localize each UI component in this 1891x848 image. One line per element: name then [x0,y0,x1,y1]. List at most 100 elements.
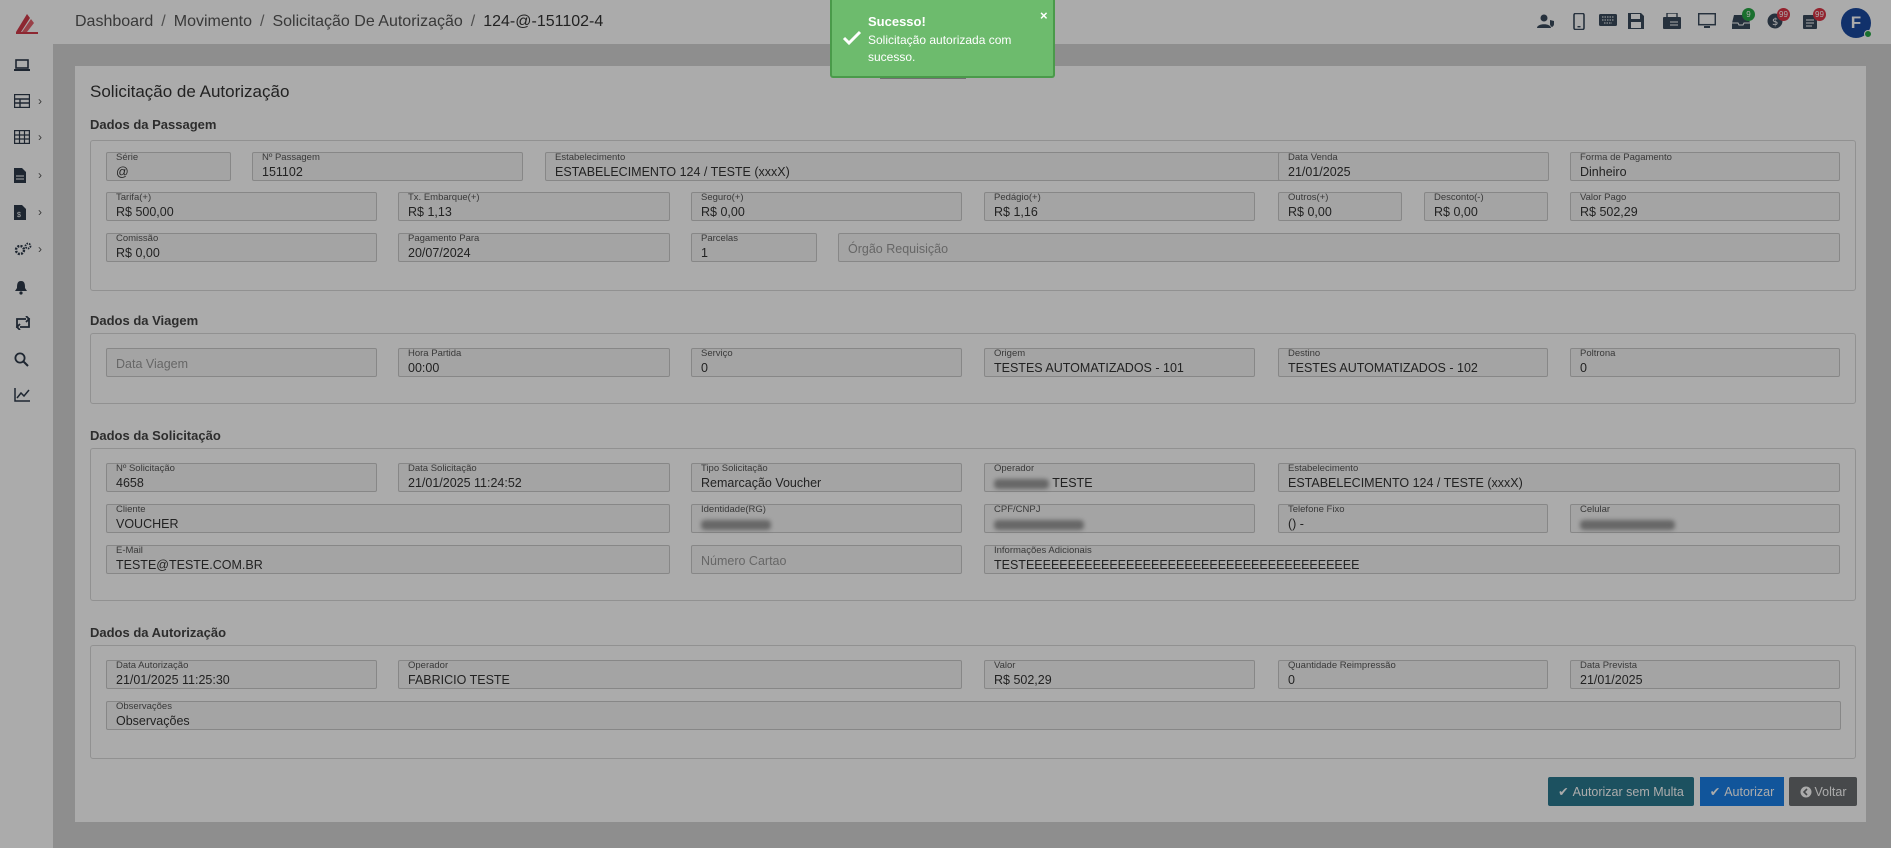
data-prevista-field[interactable]: Data Prevista 21/01/2025 [1570,660,1840,689]
fax-icon[interactable] [1663,12,1683,31]
bell-icon [15,280,27,295]
servico-field[interactable]: Serviço 0 [691,348,962,377]
sidebar-item-configuracoes[interactable]: › [0,234,53,264]
clipboard-icon[interactable]: 99 [1803,8,1826,31]
chevron-right-icon: › [38,94,42,108]
sidebar-item-pesquisa[interactable] [0,344,53,374]
info-adicionais-field[interactable]: Informações Adicionais TESTEEEEEEEEEEEEE… [984,545,1840,574]
inbox-icon[interactable]: 9 [1732,8,1755,31]
sidebar-item-graficos[interactable] [0,380,53,410]
dollar-badge: 99 [1777,8,1790,21]
hora-partida-field[interactable]: Hora Partida 00:00 [398,348,670,377]
brand-logo-icon[interactable] [12,10,42,36]
valor-autorizacao-field[interactable]: Valor R$ 502,29 [984,660,1255,689]
desktop-icon[interactable] [1697,12,1718,31]
seguro-field[interactable]: Seguro(+) R$ 0,00 [691,192,962,221]
save-icon[interactable] [1628,13,1648,31]
pagamento-para-field[interactable]: Pagamento Para 20/07/2024 [398,233,670,262]
valor-pago-field[interactable]: Valor Pago R$ 502,29 [1570,192,1840,221]
chevron-right-icon: › [38,168,42,182]
outros-field[interactable]: Outros(+) R$ 0,00 [1278,192,1402,221]
sidebar-item-documentos[interactable]: › [0,160,53,190]
breadcrumb-current: 124-@-151102-4 [483,13,604,30]
estabelecimento-solicitacao-field[interactable]: Estabelecimento ESTABELECIMENTO 124 / TE… [1278,463,1840,492]
desconto-field[interactable]: Desconto(-) R$ 0,00 [1424,192,1548,221]
tipo-solicitacao-field[interactable]: Tipo Solicitação Remarcação Voucher [691,463,962,492]
comissao-field[interactable]: Comissão R$ 0,00 [106,233,377,262]
section-title-autorizacao: Dados da Autorização [90,625,227,640]
serie-field[interactable]: Série @ [106,152,231,181]
num-solicitacao-field[interactable]: Nº Solicitação 4658 [106,463,377,492]
redacted-text [701,519,771,530]
poltrona-field[interactable]: Poltrona 0 [1570,348,1840,377]
data-autorizacao-field[interactable]: Data Autorização 21/01/2025 11:25:30 [106,660,377,689]
celular-field[interactable]: Celular [1570,504,1840,533]
sidebar-item-trocas[interactable] [0,308,53,338]
breadcrumb-dashboard[interactable]: Dashboard [75,13,153,31]
search-icon [14,352,29,367]
orgao-requisicao-input[interactable]: Órgão Requisição [838,233,1840,262]
sidebar-item-grid[interactable]: › [0,122,53,152]
section-title-solicitacao: Dados da Solicitação [90,428,221,443]
sidebar-item-cadastros[interactable]: › [0,86,53,116]
toast-message: Solicitação autorizada com sucesso. [868,33,1012,64]
observacoes-field[interactable]: Observações Observações [106,701,1841,730]
toast-title: Sucesso! [868,14,926,29]
sidebar-item-relatorios[interactable]: $ › [0,197,53,227]
user-shield-icon[interactable] [1537,13,1557,31]
pedagio-field[interactable]: Pedágio(+) R$ 1,16 [984,192,1255,221]
check-icon: ✔ [1709,785,1721,799]
data-venda-field[interactable]: Data Venda 21/01/2025 [1278,152,1549,181]
origem-field[interactable]: Origem TESTES AUTOMATIZADOS - 101 [984,348,1255,377]
toast-close-icon[interactable]: × [1040,8,1048,23]
parcelas-field[interactable]: Parcelas 1 [691,233,817,262]
autorizar-button[interactable]: ✔ Autorizar [1697,774,1787,809]
grid-icon [14,130,30,144]
section-title-viagem: Dados da Viagem [90,313,199,328]
tx-embarque-field[interactable]: Tx. Embarque(+) R$ 1,13 [398,192,670,221]
identidade-field[interactable]: Identidade(RG) [691,504,962,533]
email-field[interactable]: E-Mail TESTE@TESTE.COM.BR [106,545,670,574]
operador-autorizacao-field[interactable]: Operador FABRICIO TESTE [398,660,962,689]
file-alt-icon: $ [14,204,26,220]
data-viagem-input[interactable]: Data Viagem [106,348,377,377]
laptop-icon [14,59,30,71]
destino-field[interactable]: Destino TESTES AUTOMATIZADOS - 102 [1278,348,1548,377]
section-title-passagem: Dados da Passagem [90,117,217,132]
line-chart-icon [14,388,30,402]
chevron-right-icon: › [38,242,42,256]
redacted-text [1580,519,1675,530]
sidebar: › › › $ › › [0,0,53,848]
data-solicitacao-field[interactable]: Data Solicitação 21/01/2025 11:24:52 [398,463,670,492]
operador-solicitacao-field[interactable]: Operador TESTE [984,463,1255,492]
sidebar-item-notificacoes[interactable] [0,272,53,302]
retweet-icon [15,316,31,330]
redacted-text [994,478,1049,489]
cliente-field[interactable]: Cliente VOUCHER [106,504,670,533]
keyboard-icon[interactable] [1599,13,1619,31]
online-status-dot [1864,30,1872,38]
dollar-circle-icon[interactable]: $ 99 [1767,8,1790,31]
telefone-fixo-field[interactable]: Telefone Fixo () - [1278,504,1548,533]
check-icon [842,30,862,46]
breadcrumb-movimento[interactable]: Movimento [174,13,252,31]
breadcrumb-solicitacao[interactable]: Solicitação De Autorização [272,13,462,31]
chevron-right-icon: › [38,130,42,144]
success-toast[interactable]: Sucesso! Solicitação autorizada com suce… [830,0,1055,78]
svg-text:$: $ [17,212,21,219]
sidebar-item-monitor[interactable] [0,50,53,80]
tarifa-field[interactable]: Tarifa(+) R$ 500,00 [106,192,377,221]
check-icon: ✔ [1558,785,1569,799]
autorizar-sem-multa-button[interactable]: ✔ Autorizar sem Multa [1548,777,1694,806]
cpf-cnpj-field[interactable]: CPF/CNPJ [984,504,1255,533]
voltar-button[interactable]: Voltar [1789,777,1857,806]
qtd-reimpressao-field[interactable]: Quantidade Reimpressão 0 [1278,660,1548,689]
mobile-icon[interactable] [1573,12,1593,31]
file-icon [14,167,26,183]
estabelecimento-field[interactable]: Estabelecimento ESTABELECIMENTO 124 / TE… [545,152,1288,181]
page-title: Solicitação de Autorização [90,82,290,101]
num-passagem-field[interactable]: Nº Passagem 151102 [252,152,523,181]
numero-cartao-input[interactable]: Número Cartao [691,545,962,574]
forma-pagamento-field[interactable]: Forma de Pagamento Dinheiro [1570,152,1840,181]
table-icon [14,94,30,108]
